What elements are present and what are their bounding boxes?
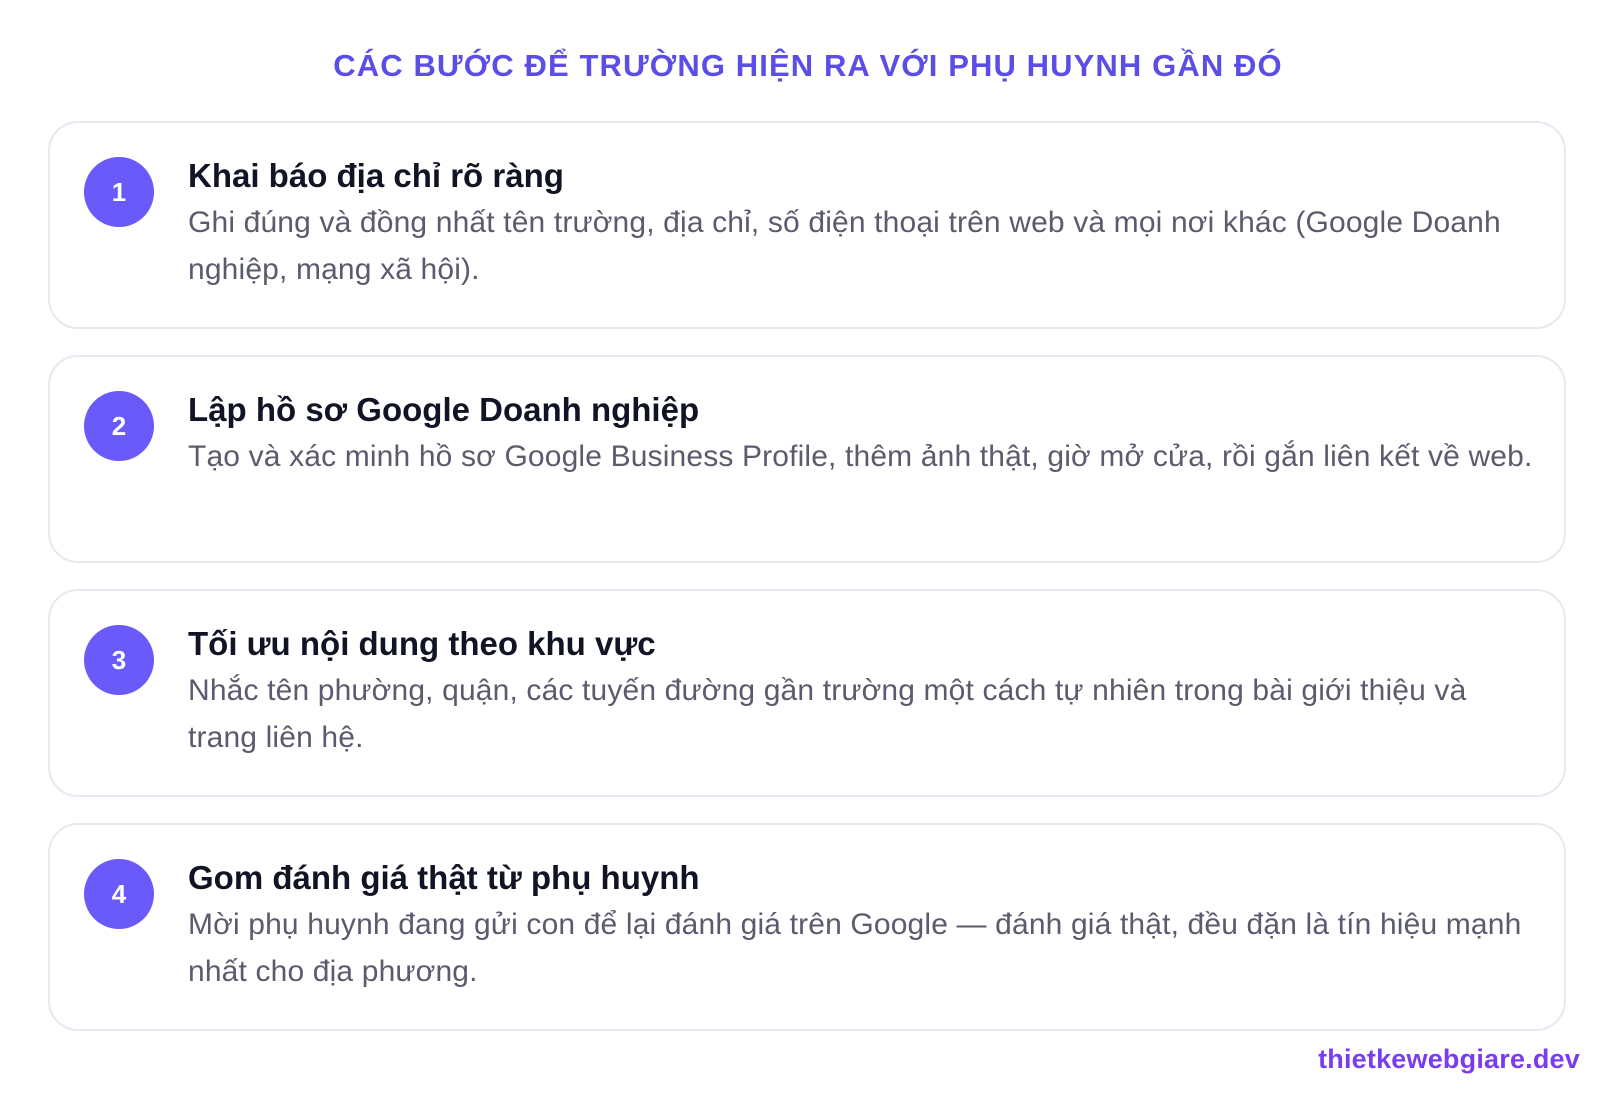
step-title: Khai báo địa chỉ rõ ràng [188, 157, 564, 194]
step-description: Mời phụ huynh đang gửi con để lại đánh g… [188, 908, 1522, 988]
step-card: 2 Lập hồ sơ Google Doanh nghiệp Tạo và x… [48, 355, 1566, 563]
step-card: 1 Khai báo địa chỉ rõ ràng Ghi đúng và đ… [48, 121, 1566, 329]
step-number-badge: 2 [84, 391, 154, 461]
step-title: Gom đánh giá thật từ phụ huynh [188, 859, 700, 896]
step-description: Tạo và xác minh hồ sơ Google Business Pr… [188, 440, 1533, 473]
step-content: Gom đánh giá thật từ phụ huynh Mời phụ h… [188, 857, 1534, 995]
step-content: Khai báo địa chỉ rõ ràng Ghi đúng và đồn… [188, 155, 1534, 293]
step-number-badge: 4 [84, 859, 154, 929]
footer-brand-link[interactable]: thietkewebgiare.dev [1318, 1042, 1580, 1076]
page: CÁC BƯỚC ĐỂ TRƯỜNG HIỆN RA VỚI PHỤ HUYNH… [0, 0, 1616, 1100]
step-content: Tối ưu nội dung theo khu vực Nhắc tên ph… [188, 623, 1534, 761]
step-description: Nhắc tên phường, quận, các tuyến đường g… [188, 674, 1467, 754]
step-content: Lập hồ sơ Google Doanh nghiệp Tạo và xác… [188, 389, 1534, 480]
page-title: CÁC BƯỚC ĐỂ TRƯỜNG HIỆN RA VỚI PHỤ HUYNH… [333, 48, 1283, 83]
step-card: 3 Tối ưu nội dung theo khu vực Nhắc tên … [48, 589, 1566, 797]
step-card: 4 Gom đánh giá thật từ phụ huynh Mời phụ… [48, 823, 1566, 1031]
step-title: Lập hồ sơ Google Doanh nghiệp [188, 391, 700, 428]
steps-list: 1 Khai báo địa chỉ rõ ràng Ghi đúng và đ… [48, 121, 1566, 1057]
step-description: Ghi đúng và đồng nhất tên trường, địa ch… [188, 206, 1501, 286]
step-title: Tối ưu nội dung theo khu vực [188, 625, 656, 662]
step-number-badge: 3 [84, 625, 154, 695]
step-number-badge: 1 [84, 157, 154, 227]
